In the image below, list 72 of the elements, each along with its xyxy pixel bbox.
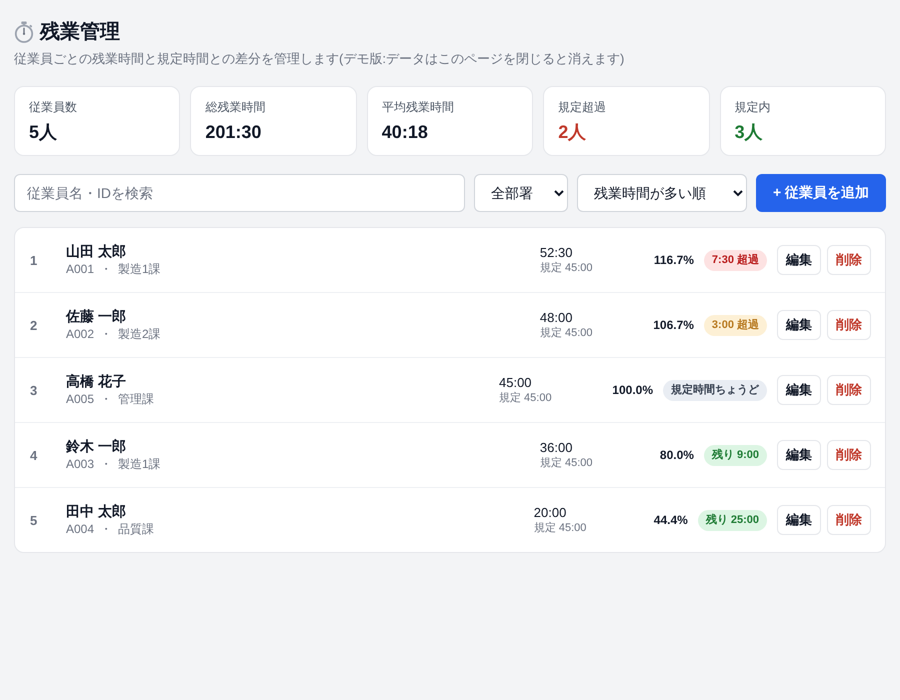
employee-name: 山田 太郎 <box>66 242 127 261</box>
delete-button[interactable]: 削除 <box>827 310 871 340</box>
edit-button[interactable]: 編集 <box>777 310 821 340</box>
employee-id: A001 <box>66 261 94 278</box>
percent-of-limit: 44.4% <box>652 513 688 527</box>
status-badge: 残り 9:00 <box>704 444 767 466</box>
stat-label: 従業員数 <box>29 99 78 115</box>
status-badge: 3:00 超過 <box>704 314 767 336</box>
edit-button[interactable]: 編集 <box>777 440 821 470</box>
sort-select[interactable]: 残業時間が多い順 <box>577 174 747 212</box>
stopwatch-icon <box>14 21 34 43</box>
employee-name: 高橋 花子 <box>66 372 127 391</box>
stat-value: 40:18 <box>382 121 429 144</box>
overtime-hours: 45:00 <box>499 375 533 391</box>
percent-of-limit: 106.7% <box>652 318 694 332</box>
page-subtitle: 従業員ごとの残業時間と規定時間との差分を管理します(デモ版:データはこのページを閉じると消えます) <box>14 50 626 68</box>
stat-value: 5人 <box>29 121 58 144</box>
limit-hours: 規定 45:00 <box>540 456 594 470</box>
delete-button[interactable]: 削除 <box>827 440 871 470</box>
limit-hours: 規定 45:00 <box>534 521 588 535</box>
department-name: 製造1課 <box>118 456 161 473</box>
percent-of-limit: 100.0% <box>611 383 653 397</box>
separator-dot: ・ <box>100 261 112 278</box>
status-badge: 7:30 超過 <box>704 250 767 270</box>
overtime-hours: 52:30 <box>540 245 574 261</box>
separator-dot: ・ <box>100 326 112 343</box>
percent-of-limit: 80.0% <box>658 448 694 462</box>
employee-name: 鈴木 一郎 <box>66 437 127 456</box>
department-select[interactable]: 全部署 <box>474 174 568 212</box>
limit-hours: 規定 45:00 <box>540 326 594 340</box>
stat-label: 規定超過 <box>558 99 608 115</box>
employee-id: A002 <box>66 326 94 343</box>
stat-value: 3人 <box>734 121 764 144</box>
row-number: 3 <box>30 382 38 398</box>
department-name: 管理課 <box>118 391 154 408</box>
department-name: 製造1課 <box>118 261 161 278</box>
edit-button[interactable]: 編集 <box>777 245 821 275</box>
percent-of-limit: 116.7% <box>652 253 694 267</box>
stat-label: 平均残業時間 <box>382 99 455 115</box>
employee-id: A004 <box>66 521 94 538</box>
row-number: 5 <box>30 512 38 528</box>
add-employee-button[interactable]: + 従業員を追加 <box>756 174 886 212</box>
delete-button[interactable]: 削除 <box>827 245 871 275</box>
page-title: 残業管理 <box>40 20 120 45</box>
stat-value: 201:30 <box>205 121 262 144</box>
delete-button[interactable]: 削除 <box>827 505 871 535</box>
row-number: 1 <box>30 252 38 268</box>
stat-value: 2人 <box>558 121 588 144</box>
overtime-hours: 48:00 <box>540 310 574 326</box>
separator-dot: ・ <box>100 391 112 408</box>
edit-button[interactable]: 編集 <box>777 375 821 405</box>
limit-hours: 規定 45:00 <box>540 261 594 275</box>
separator-dot: ・ <box>100 521 112 538</box>
department-name: 品質課 <box>118 521 154 538</box>
delete-button[interactable]: 削除 <box>827 375 871 405</box>
employee-name: 田中 太郎 <box>66 502 127 521</box>
employee-id: A005 <box>66 391 94 408</box>
edit-button[interactable]: 編集 <box>777 505 821 535</box>
status-badge: 規定時間ちょうど <box>663 380 767 400</box>
limit-hours: 規定 45:00 <box>499 391 553 405</box>
employee-name: 佐藤 一郎 <box>66 307 127 326</box>
stat-label: 規定内 <box>734 99 772 115</box>
overtime-hours: 20:00 <box>534 505 568 521</box>
search-field[interactable]: 従業員名・IDを検索 <box>14 174 465 212</box>
separator-dot: ・ <box>100 456 112 473</box>
stat-label: 総残業時間 <box>205 99 266 115</box>
department-name: 製造2課 <box>118 326 161 343</box>
overtime-hours: 36:00 <box>540 440 574 456</box>
status-badge: 残り 25:00 <box>698 510 767 530</box>
row-number: 4 <box>30 448 38 462</box>
row-number: 2 <box>30 318 38 332</box>
employee-id: A003 <box>66 456 94 473</box>
